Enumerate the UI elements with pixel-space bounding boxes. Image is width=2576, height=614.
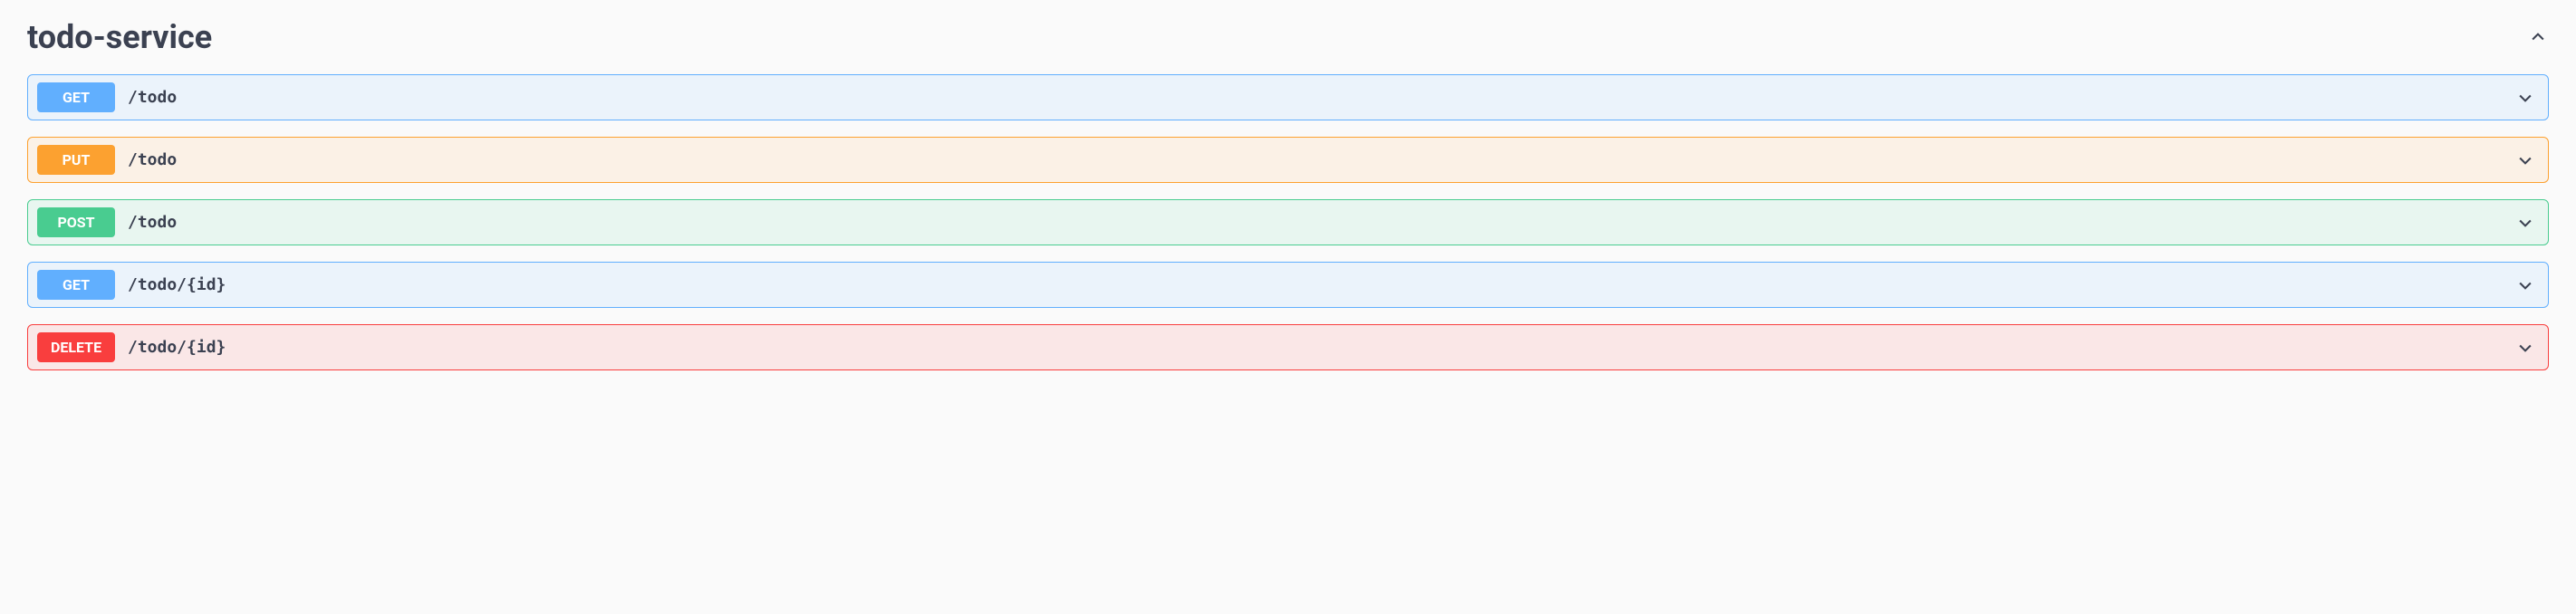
operation-path: /todo/{id} [128, 338, 2515, 357]
method-badge-get: GET [37, 270, 115, 300]
chevron-down-icon [2515, 88, 2535, 108]
method-badge-put: PUT [37, 145, 115, 175]
operation-row[interactable]: POST /todo [27, 199, 2549, 245]
section-header[interactable]: todo-service [27, 18, 2549, 56]
chevron-down-icon [2515, 275, 2535, 295]
operation-path: /todo [128, 150, 2515, 169]
operation-path: /todo/{id} [128, 275, 2515, 294]
chevron-up-icon [2527, 26, 2549, 48]
section-title: todo-service [27, 18, 212, 56]
operation-path: /todo [128, 213, 2515, 232]
operation-row[interactable]: DELETE /todo/{id} [27, 324, 2549, 370]
chevron-down-icon [2515, 150, 2535, 170]
method-badge-delete: DELETE [37, 332, 115, 362]
operation-path: /todo [128, 88, 2515, 107]
operation-row[interactable]: PUT /todo [27, 137, 2549, 183]
chevron-down-icon [2515, 338, 2535, 358]
operation-row[interactable]: GET /todo [27, 74, 2549, 120]
chevron-down-icon [2515, 213, 2535, 233]
operation-row[interactable]: GET /todo/{id} [27, 262, 2549, 308]
method-badge-post: POST [37, 207, 115, 237]
method-badge-get: GET [37, 82, 115, 112]
